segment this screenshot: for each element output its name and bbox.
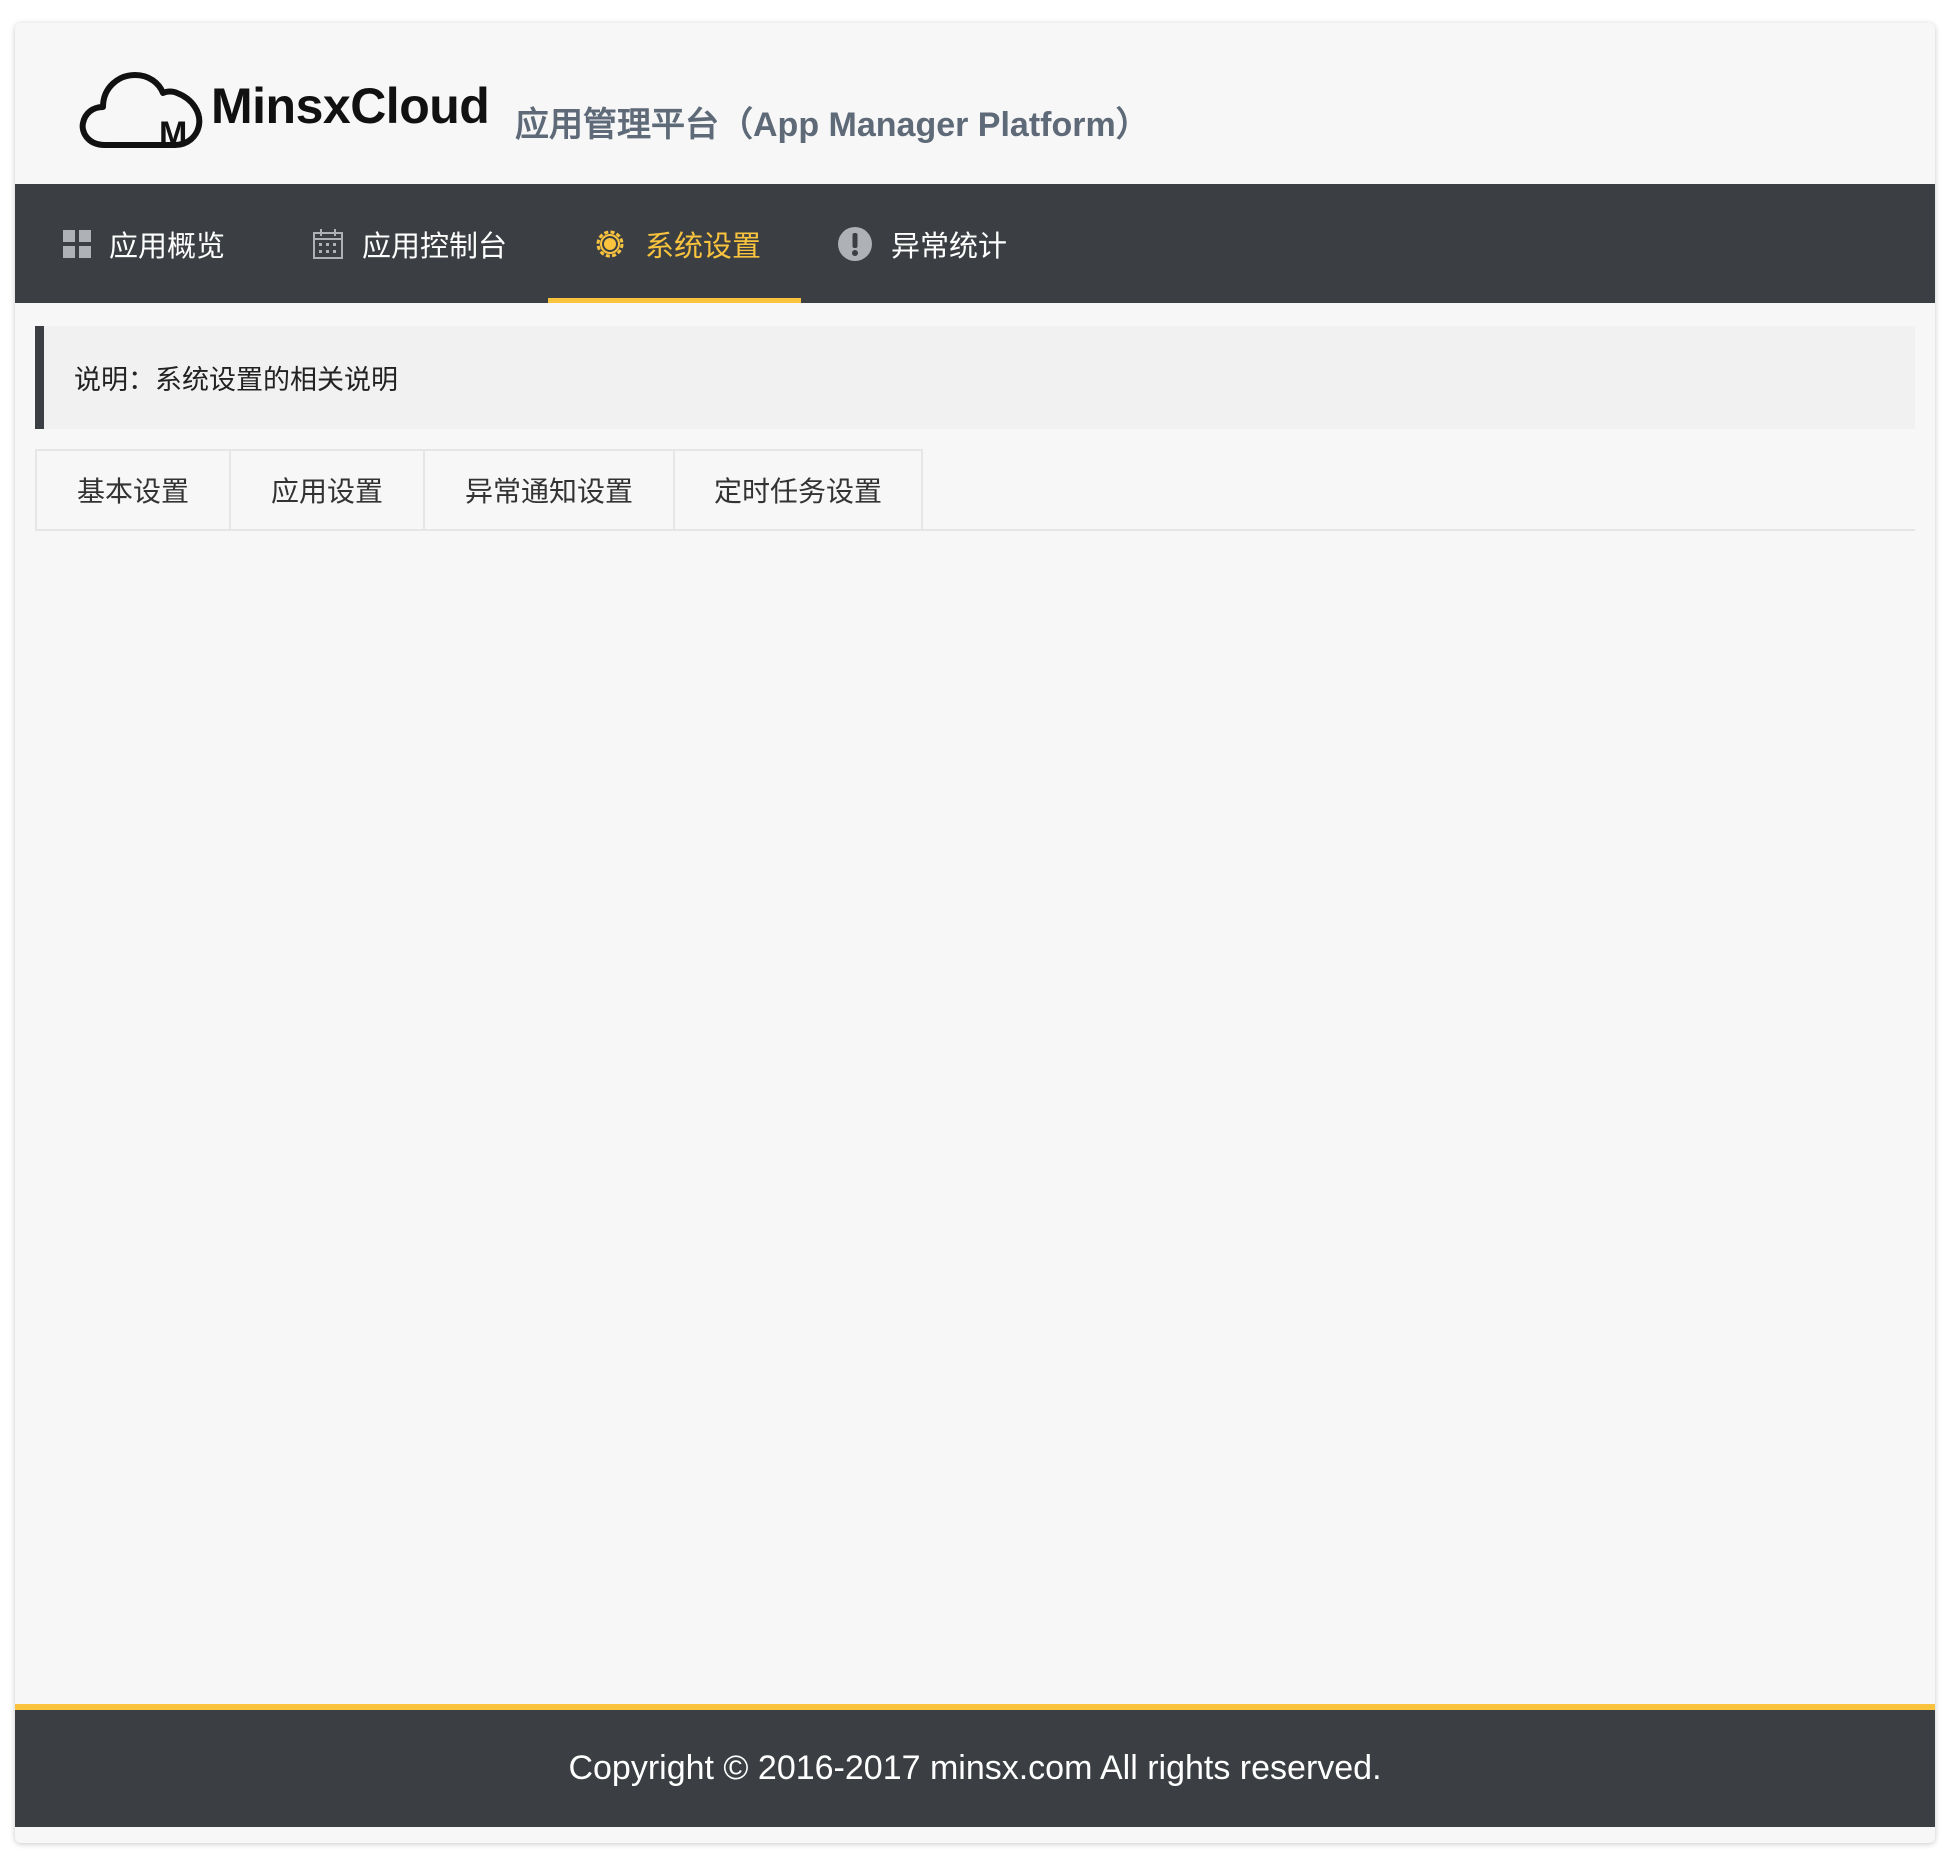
nav-item-system-settings[interactable]: 系统设置 bbox=[547, 184, 802, 303]
copyright-text: Copyright © 2016-2017 minsx.com All righ… bbox=[568, 1749, 1382, 1787]
app-window: M MinsxCloud 应用管理平台（App Manager Platform… bbox=[15, 23, 1935, 1843]
tab-label: 基本设置 bbox=[76, 476, 189, 507]
main-nav: 应用概览 应用控制台 系统设置 异常统计 bbox=[15, 184, 1935, 303]
platform-title: 应用管理平台（App Manager Platform） bbox=[515, 106, 1150, 144]
notice-text: 说明：系统设置的相关说明 bbox=[74, 365, 398, 395]
page-footer: Copyright © 2016-2017 minsx.com All righ… bbox=[15, 1704, 1935, 1827]
exclamation-icon bbox=[837, 226, 873, 262]
nav-item-label: 异常统计 bbox=[891, 230, 1008, 263]
grid-icon bbox=[63, 229, 91, 258]
svg-text:M: M bbox=[159, 115, 187, 151]
brand-logo[interactable]: M MinsxCloud bbox=[77, 61, 490, 151]
nav-item-label: 应用概览 bbox=[109, 230, 226, 263]
nav-item-app-console[interactable]: 应用控制台 bbox=[312, 184, 507, 303]
tab-label: 应用设置 bbox=[270, 476, 383, 507]
nav-item-exception-stats[interactable]: 异常统计 bbox=[837, 184, 1007, 303]
brand-name: MinsxCloud bbox=[211, 78, 490, 134]
nav-item-label: 应用控制台 bbox=[362, 230, 508, 263]
notice-banner: 说明：系统设置的相关说明 bbox=[35, 326, 1915, 429]
settings-tabs: 基本设置 应用设置 异常通知设置 定时任务设置 bbox=[35, 449, 1915, 531]
page-header: M MinsxCloud 应用管理平台（App Manager Platform… bbox=[15, 23, 1935, 184]
tab-label: 定时任务设置 bbox=[713, 476, 882, 507]
tab-basic-settings[interactable]: 基本设置 bbox=[35, 449, 229, 529]
cloud-logo-icon: M bbox=[77, 61, 207, 151]
tab-app-settings[interactable]: 应用设置 bbox=[229, 449, 423, 529]
nav-item-app-overview[interactable]: 应用概览 bbox=[63, 184, 225, 303]
tab-scheduled-task-settings[interactable]: 定时任务设置 bbox=[673, 449, 923, 529]
calendar-icon bbox=[312, 228, 344, 260]
tab-label: 异常通知设置 bbox=[464, 476, 633, 507]
nav-item-label: 系统设置 bbox=[645, 230, 762, 263]
gear-icon bbox=[593, 227, 627, 261]
tab-exception-notify-settings[interactable]: 异常通知设置 bbox=[423, 449, 673, 529]
